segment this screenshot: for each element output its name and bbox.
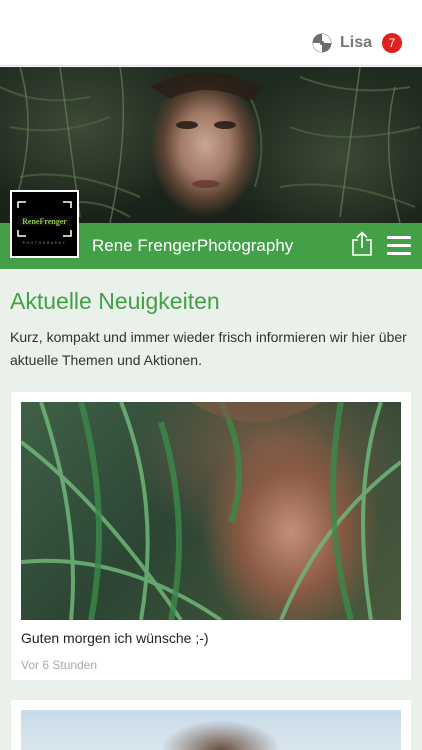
brand-logo: ReneFrenger PHOTOGRAPHY xyxy=(10,190,79,258)
page-title: Rene FrengerPhotography xyxy=(92,236,294,255)
news-photo[interactable] xyxy=(21,402,401,620)
user-menu[interactable]: Lisa 7 xyxy=(312,33,402,53)
post-caption: Guten morgen ich wünsche ;-) xyxy=(21,630,209,646)
section-title: Aktuelle Neuigkeiten xyxy=(10,288,220,314)
section-description: Kurz, kompakt und immer wieder frisch in… xyxy=(10,329,407,368)
logo-text: ReneFrenger xyxy=(22,217,67,226)
top-bar: Lisa 7 xyxy=(0,0,422,66)
pinwheel-logo-icon xyxy=(312,33,332,53)
share-icon[interactable] xyxy=(351,231,373,257)
news-card[interactable] xyxy=(11,700,411,750)
news-photo[interactable] xyxy=(21,710,401,750)
user-name[interactable]: Lisa xyxy=(340,34,372,52)
notification-badge[interactable]: 7 xyxy=(382,33,402,53)
post-timestamp: Vor 6 Stunden xyxy=(21,658,98,672)
news-card[interactable]: Guten morgen ich wünsche ;-) Vor 6 Stund… xyxy=(11,392,411,680)
logo-subtext: PHOTOGRAPHY xyxy=(23,241,67,245)
hamburger-menu-icon[interactable] xyxy=(387,236,411,256)
